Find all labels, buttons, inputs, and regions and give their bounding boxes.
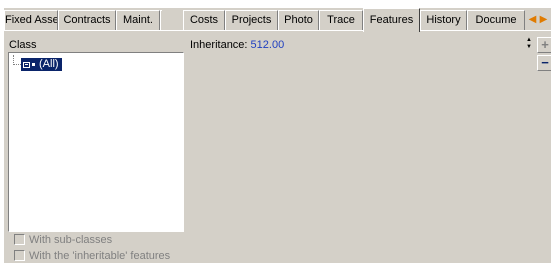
inheritance-label: Inheritance: <box>190 39 248 51</box>
inheritance-value[interactable]: 512.00 <box>251 39 285 51</box>
remove-feature-button[interactable]: − <box>537 55 551 71</box>
tab-documents[interactable]: Docume <box>467 10 525 30</box>
tab-photo[interactable]: Photo <box>278 10 319 30</box>
spin-down-icon[interactable]: ▼ <box>524 44 534 51</box>
node-dot-icon <box>32 63 35 66</box>
tab-scroll-buttons: ◀ ▶ <box>527 12 551 28</box>
tab-trace[interactable]: Trace <box>319 10 363 30</box>
features-panel: Fixed Asset Contracts Maint. Costs Proje… <box>4 8 551 263</box>
inheritance-spinner[interactable]: ▲ ▼ <box>524 37 534 53</box>
spin-up-icon[interactable]: ▲ <box>524 37 534 44</box>
tree-line <box>13 64 21 66</box>
tab-features[interactable]: Features <box>363 8 420 32</box>
tab-contracts[interactable]: Contracts <box>58 10 116 30</box>
checkbox-label: With the 'inheritable' features <box>29 249 171 262</box>
checkbox-label: With sub-classes <box>29 233 113 246</box>
tab-projects[interactable]: Projects <box>225 10 278 30</box>
class-node-icon <box>23 61 30 68</box>
class-header: Class <box>9 39 37 51</box>
checkbox-box[interactable] <box>14 234 25 245</box>
tree-node-all[interactable]: (All) <box>21 58 62 71</box>
class-tree[interactable]: (All) <box>8 52 184 232</box>
arrow-right-icon[interactable]: ▶ <box>538 12 549 28</box>
with-inheritable-checkbox[interactable]: With the 'inheritable' features <box>14 249 170 262</box>
add-feature-button[interactable]: + <box>537 37 551 53</box>
with-subclasses-checkbox[interactable]: With sub-classes <box>14 233 112 246</box>
inheritance-row: Inheritance: 512.00 <box>190 38 284 52</box>
tab-fixed-asset[interactable]: Fixed Asset <box>4 10 58 30</box>
tree-node-label: (All) <box>39 58 59 70</box>
tab-strip: Fixed Asset Contracts Maint. Costs Proje… <box>4 8 551 32</box>
tab-underline <box>4 30 551 31</box>
tab-maint[interactable]: Maint. <box>116 10 160 30</box>
tab-costs[interactable]: Costs <box>183 10 225 30</box>
arrow-left-icon[interactable]: ◀ <box>527 12 538 28</box>
checkbox-box[interactable] <box>14 250 25 261</box>
tab-separator <box>160 10 162 30</box>
tab-history[interactable]: History <box>420 10 467 30</box>
